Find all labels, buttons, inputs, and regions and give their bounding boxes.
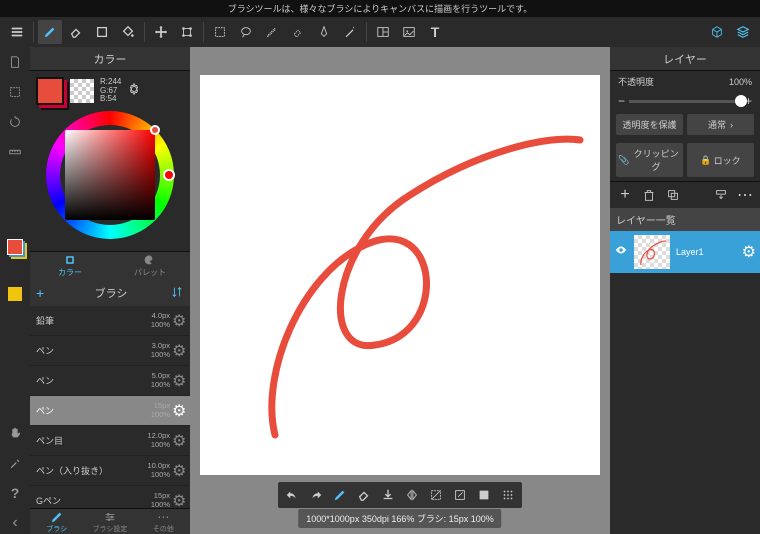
brush-panel-title: ブラシ <box>60 285 162 301</box>
gear-icon[interactable]: ⚙ <box>172 431 184 451</box>
layer-thumbnail <box>634 235 670 269</box>
brush-tool-icon[interactable] <box>38 20 62 44</box>
gear-icon[interactable]: ⚙ <box>172 461 184 481</box>
floating-toolbar <box>278 482 522 508</box>
brush-item[interactable]: Gペン15px100%⚙ <box>30 486 190 508</box>
text-tool-icon[interactable]: T <box>423 20 447 44</box>
color-panel-title: カラー <box>30 47 190 71</box>
opacity-label: 不透明度 <box>618 75 654 88</box>
flip-horizontal-icon[interactable] <box>404 487 420 503</box>
brush-item-selected[interactable]: ペン15px100%⚙ <box>30 396 190 426</box>
visibility-icon[interactable] <box>614 243 628 262</box>
shape-tool-icon[interactable] <box>90 20 114 44</box>
frame-tool-icon[interactable] <box>371 20 395 44</box>
brush-icon[interactable] <box>332 487 348 503</box>
color-picker[interactable] <box>46 111 174 239</box>
hand-tool-icon[interactable] <box>4 422 26 444</box>
color-swatches-icon[interactable] <box>7 239 23 255</box>
add-layer-icon[interactable]: + <box>616 186 634 204</box>
wand-tool-icon[interactable] <box>338 20 362 44</box>
fullscreen-icon[interactable] <box>476 487 492 503</box>
minus-icon[interactable]: − <box>618 94 625 108</box>
select-eraser-icon[interactable] <box>286 20 310 44</box>
undo-icon[interactable] <box>284 487 300 503</box>
sort-brushes-icon[interactable] <box>170 285 184 302</box>
top-toolbar: T <box>0 17 760 47</box>
add-brush-icon[interactable]: + <box>36 285 52 301</box>
layer-gear-icon[interactable]: ⚙ <box>742 242 756 262</box>
opacity-slider[interactable]: − + <box>610 92 760 110</box>
status-bar: 1000*1000px 350dpi 166% ブラシ: 15px 100% <box>298 509 501 528</box>
menu-icon[interactable] <box>5 20 29 44</box>
redo-icon[interactable] <box>308 487 324 503</box>
edit-icon[interactable] <box>452 487 468 503</box>
foreground-swatch[interactable] <box>36 77 64 105</box>
brush-item[interactable]: ペン5.0px100%⚙ <box>30 366 190 396</box>
gear-icon[interactable]: ⚙ <box>172 341 184 361</box>
move-tool-icon[interactable] <box>149 20 173 44</box>
brush-item[interactable]: 鉛筆4.0px100%⚙ <box>30 306 190 336</box>
gear-icon[interactable]: ⚙ <box>172 371 184 391</box>
left-toolstrip: ? ‹ <box>0 47 30 534</box>
brush-item[interactable]: ペン目12.0px100%⚙ <box>30 426 190 456</box>
brush-tab[interactable]: ブラシ <box>30 509 83 534</box>
canvas[interactable] <box>200 75 600 475</box>
eraser-tool-icon[interactable] <box>64 20 88 44</box>
gear-icon[interactable]: ⚙ <box>172 401 184 421</box>
blend-mode-button[interactable]: 通常 <box>687 114 754 135</box>
layer-panel-title: レイヤー <box>610 47 760 71</box>
eraser-icon[interactable] <box>356 487 372 503</box>
brush-other-tab[interactable]: ⋯その他 <box>137 509 190 534</box>
left-panel: カラー R:244G:67B:54 カラー パレット + ブラシ <box>30 47 190 534</box>
brush-item[interactable]: ペン（入り抜き）10.0px100%⚙ <box>30 456 190 486</box>
tooltip-message: ブラシツールは、様々なブラシによりキャンバスに描画を行うツールです。 <box>0 0 760 17</box>
list-icon[interactable] <box>7 263 23 279</box>
3d-icon[interactable] <box>705 20 729 44</box>
rgb-readout: R:244G:67B:54 <box>100 78 121 104</box>
layer-row[interactable]: Layer1 ⚙ <box>610 231 760 273</box>
brush-list: 鉛筆4.0px100%⚙ ペン3.0px100%⚙ ペン5.0px100%⚙ ペ… <box>30 306 190 508</box>
background-swatch[interactable] <box>70 79 94 103</box>
color-settings-gear-icon[interactable] <box>127 82 141 101</box>
select-pen-icon[interactable] <box>312 20 336 44</box>
lock-button[interactable]: 🔒ロック <box>687 143 754 177</box>
delete-layer-icon[interactable] <box>640 186 658 204</box>
grid-icon[interactable] <box>500 487 516 503</box>
merge-down-icon[interactable] <box>712 186 730 204</box>
color-tab[interactable]: カラー <box>30 252 110 280</box>
duplicate-layer-icon[interactable] <box>664 186 682 204</box>
protect-alpha-button[interactable]: 透明度を保護 <box>616 114 683 135</box>
layers-icon[interactable] <box>731 20 755 44</box>
gear-icon[interactable]: ⚙ <box>172 311 184 331</box>
layer-name: Layer1 <box>676 247 736 257</box>
fill-tool-icon[interactable] <box>116 20 140 44</box>
rotate-icon[interactable] <box>4 111 26 133</box>
select-all-icon[interactable] <box>4 81 26 103</box>
help-icon[interactable]: ? <box>4 482 26 504</box>
ruler-icon[interactable] <box>4 141 26 163</box>
save-icon[interactable] <box>380 487 396 503</box>
more-icon[interactable]: ⋯ <box>736 186 754 204</box>
transform-tool-icon[interactable] <box>175 20 199 44</box>
deselect-icon[interactable] <box>428 487 444 503</box>
document-icon[interactable] <box>4 51 26 73</box>
brush-stroke <box>200 75 600 475</box>
gear-icon[interactable]: ⚙ <box>172 491 184 509</box>
opacity-value: 100% <box>729 77 752 87</box>
canvas-area: 1000*1000px 350dpi 166% ブラシ: 15px 100% <box>190 47 610 534</box>
select-brush-icon[interactable] <box>260 20 284 44</box>
swatch-icon[interactable] <box>8 287 22 301</box>
palette-tab[interactable]: パレット <box>110 252 190 280</box>
clipping-button[interactable]: 📎クリッピング <box>616 143 683 177</box>
layer-panel: レイヤー 不透明度 100% − + 透明度を保護 通常 📎クリッピング 🔒ロッ… <box>610 47 760 534</box>
brush-item[interactable]: ペン3.0px100%⚙ <box>30 336 190 366</box>
image-tool-icon[interactable] <box>397 20 421 44</box>
layer-list-title: レイヤー一覧 <box>610 208 760 231</box>
brush-settings-tab[interactable]: ブラシ設定 <box>83 509 136 534</box>
lasso-tool-icon[interactable] <box>234 20 258 44</box>
marquee-tool-icon[interactable] <box>208 20 232 44</box>
eyedropper-icon[interactable] <box>4 452 26 474</box>
